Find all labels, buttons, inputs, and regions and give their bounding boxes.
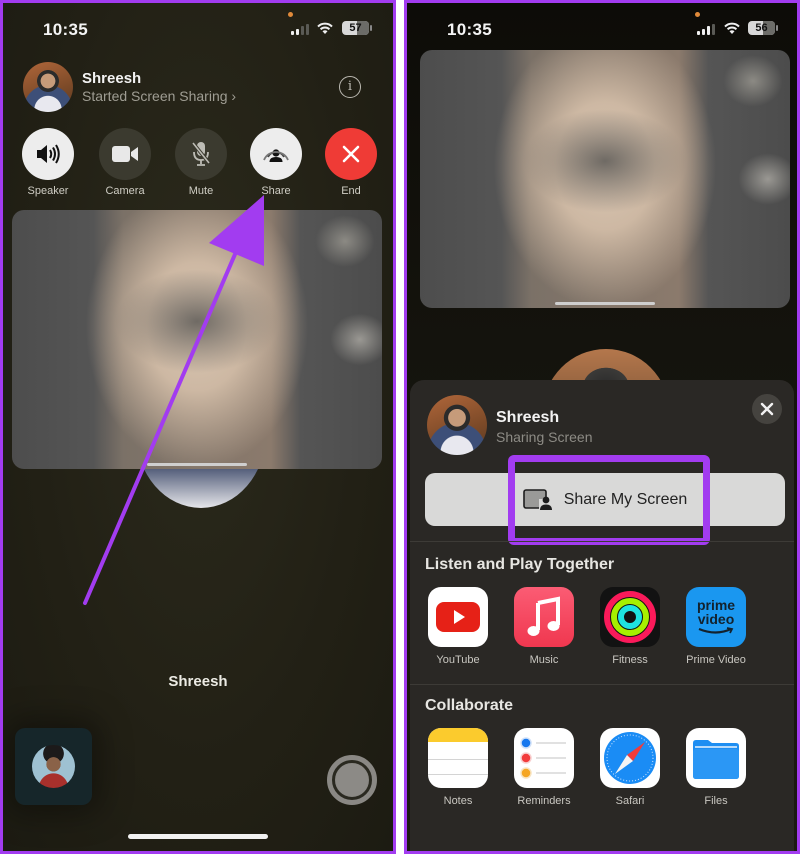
- battery-level: 57: [349, 22, 362, 34]
- app-prime-video[interactable]: prime video Prime Video: [685, 587, 747, 666]
- prime-wordmark: prime: [696, 597, 736, 613]
- section-divider: [410, 684, 794, 685]
- video-wordmark: video: [697, 611, 735, 627]
- app-youtube[interactable]: YouTube: [427, 587, 489, 666]
- battery-level: 56: [755, 22, 768, 34]
- fitness-icon: [600, 587, 660, 647]
- speaker-button[interactable]: Speaker: [22, 128, 74, 197]
- caller-avatar[interactable]: [23, 62, 73, 112]
- shareplay-sheet: Shreesh Sharing Screen Share My Screen L…: [410, 380, 794, 851]
- preview-home-indicator: [147, 463, 247, 466]
- section-divider: [410, 541, 794, 542]
- status-bar: 10:35 56: [407, 3, 797, 53]
- safari-icon: [600, 728, 660, 788]
- preview-home-indicator: [555, 302, 655, 305]
- sharing-status: Sharing Screen: [496, 429, 593, 445]
- capture-live-photo-button[interactable]: [327, 755, 377, 805]
- preview-status-bar: [20, 213, 374, 219]
- app-safari[interactable]: Safari: [599, 728, 661, 807]
- wifi-icon: [724, 22, 740, 34]
- app-label: Prime Video: [686, 654, 746, 666]
- mic-slash-icon: [191, 141, 211, 166]
- mute-button[interactable]: Mute: [175, 128, 227, 197]
- camera-indicator-dot: [288, 12, 293, 17]
- caller-name-label: Shreesh: [168, 673, 228, 690]
- contact-name: Shreesh: [496, 409, 560, 426]
- app-music[interactable]: Music: [513, 587, 575, 666]
- app-fitness[interactable]: Fitness: [599, 587, 661, 666]
- cellular-signal-icon: [291, 24, 309, 35]
- music-icon: [514, 587, 574, 647]
- collaborate-heading: Collaborate: [425, 697, 514, 714]
- app-reminders[interactable]: Reminders: [513, 728, 575, 807]
- app-files[interactable]: Files: [685, 728, 747, 807]
- contact-avatar: [427, 395, 487, 455]
- speaker-icon: [37, 144, 60, 164]
- call-status-link[interactable]: Started Screen Sharing ›: [82, 88, 236, 104]
- home-indicator[interactable]: [128, 834, 268, 839]
- share-button[interactable]: Share: [250, 128, 302, 197]
- end-label: End: [341, 185, 361, 197]
- app-notes[interactable]: Notes: [427, 728, 489, 807]
- call-status-text: Started Screen Sharing: [82, 88, 228, 104]
- caller-name-header: Shreesh: [82, 70, 142, 87]
- cellular-signal-icon: [697, 24, 715, 35]
- annotation-highlight-box: [508, 455, 710, 545]
- camera-button[interactable]: Camera: [99, 128, 151, 197]
- video-camera-icon: [112, 146, 138, 162]
- prime-video-icon: prime video: [686, 587, 746, 647]
- end-call-button[interactable]: End: [325, 128, 377, 197]
- files-icon: [686, 728, 746, 788]
- facetime-call-screen: 10:35 57 Shreesh Started Screen Sharing …: [0, 0, 396, 854]
- status-time: 10:35: [43, 20, 88, 39]
- youtube-icon: [428, 587, 488, 647]
- close-icon: [342, 145, 360, 163]
- self-view-tile[interactable]: [15, 728, 92, 805]
- notes-icon: [428, 728, 488, 788]
- status-bar: 10:35 57: [3, 3, 393, 53]
- shared-screen-preview[interactable]: [12, 210, 382, 469]
- camera-indicator-dot: [695, 12, 700, 17]
- chevron-right-icon: ›: [231, 88, 237, 104]
- shareplay-sheet-screen: 10:35 56 Shreesh Sharing Screen Share My…: [404, 0, 800, 854]
- close-sheet-button[interactable]: [752, 394, 782, 424]
- app-label: Files: [704, 795, 728, 807]
- self-avatar: [32, 745, 75, 788]
- shared-screen-preview[interactable]: [420, 50, 790, 308]
- listen-play-together-heading: Listen and Play Together: [425, 556, 615, 573]
- battery-icon: 57: [342, 21, 372, 35]
- wifi-icon: [317, 22, 333, 34]
- shareplay-icon: [263, 149, 289, 162]
- status-time: 10:35: [447, 20, 492, 39]
- close-icon: [760, 402, 774, 416]
- info-icon[interactable]: i: [339, 76, 361, 98]
- battery-icon: 56: [748, 21, 778, 35]
- reminders-icon: [514, 728, 574, 788]
